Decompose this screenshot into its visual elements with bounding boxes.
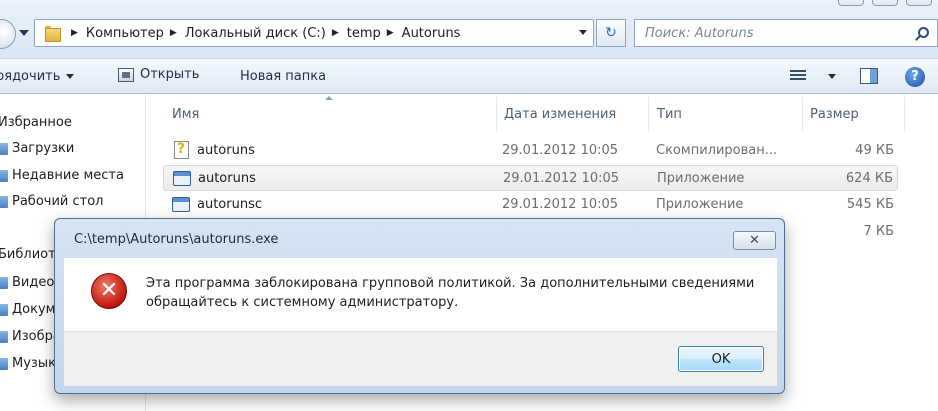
refresh-button[interactable]: ↻ [596, 19, 626, 47]
breadcrumb-autoruns[interactable]: Autoruns [402, 26, 461, 41]
history-dropdown-icon[interactable] [19, 30, 29, 36]
organize-button[interactable]: рядочить [0, 69, 75, 84]
address-toolbar: ▶ Компьютер ▶ Локальный диск (C:) ▶ temp… [0, 0, 938, 58]
documents-icon [0, 303, 8, 316]
search-input[interactable]: Поиск: Autoruns [634, 19, 938, 47]
open-icon [118, 67, 134, 82]
address-bar[interactable]: ▶ Компьютер ▶ Локальный диск (C:) ▶ temp… [34, 19, 594, 47]
file-name: autorunsc [197, 197, 262, 212]
file-size: 545 КБ [846, 197, 894, 212]
window-controls [838, 0, 932, 6]
search-icon[interactable] [918, 27, 929, 38]
breadcrumb-temp[interactable]: temp [347, 26, 381, 41]
recent-places-icon [0, 169, 8, 182]
chevron-down-icon [66, 74, 75, 79]
column-divider[interactable] [802, 97, 803, 131]
nav-item-label: Музык [12, 356, 56, 371]
column-header-label: Дата изменения [504, 106, 617, 122]
column-divider[interactable] [648, 97, 649, 131]
nav-item-label: Недавние места [12, 168, 124, 183]
open-label: Открыть [140, 67, 200, 82]
dialog-body: ✕ Эта программа заблокирована групповой … [64, 258, 777, 331]
file-date: 29.01.2012 10:05 [502, 197, 619, 212]
command-bar: рядочить Открыть Новая папка ? [0, 58, 938, 94]
close-icon: ✕ [749, 233, 760, 248]
error-dialog: C:\temp\Autoruns\autoruns.exe ✕ ✕ Эта пр… [54, 218, 785, 394]
column-header-date[interactable]: Дата изменения [504, 95, 644, 133]
file-name: autoruns [197, 143, 255, 158]
downloads-icon [0, 142, 8, 155]
table-row-selected[interactable]: autoruns 29.01.2012 10:05 Приложение 624… [163, 165, 898, 191]
pictures-icon [0, 330, 8, 343]
table-row[interactable]: autoruns 29.01.2012 10:05 Скомпилирован.… [163, 138, 898, 164]
file-type: Приложение [656, 197, 744, 212]
table-row[interactable]: autorunsc 29.01.2012 10:05 Приложение 54… [163, 192, 898, 218]
file-size: 49 КБ [855, 143, 894, 158]
open-button[interactable]: Открыть [118, 67, 199, 82]
file-size: 7 КБ [863, 224, 894, 239]
nav-item-music[interactable]: Музык [0, 356, 56, 371]
breadcrumb-separator-icon[interactable]: ▶ [71, 28, 78, 38]
column-header-label: Имя [172, 106, 200, 122]
breadcrumb-local-disk[interactable]: Локальный диск (C:) [185, 26, 326, 41]
error-icon: ✕ [91, 273, 127, 309]
ok-label: OK [711, 351, 731, 367]
help-file-icon [174, 141, 189, 159]
organize-label: рядочить [0, 69, 61, 84]
close-window-button[interactable] [906, 0, 932, 6]
nav-item-desktop[interactable]: Рабочий стол [0, 194, 103, 209]
file-name: autoruns [198, 171, 256, 186]
folder-icon [45, 26, 61, 42]
nav-item-pictures[interactable]: Изобра [0, 329, 61, 344]
ok-button[interactable]: OK [678, 346, 764, 372]
maximize-button[interactable] [872, 0, 898, 6]
file-date: 29.01.2012 10:05 [503, 171, 620, 186]
libraries-header[interactable]: Библиот [0, 247, 56, 262]
change-view-icon[interactable] [790, 70, 806, 82]
new-folder-button[interactable]: Новая папка [240, 69, 326, 84]
search-placeholder: Поиск: Autoruns [645, 25, 754, 41]
nav-item-downloads[interactable]: Загрузки [0, 141, 74, 156]
column-header-type[interactable]: Тип [657, 95, 797, 133]
file-size: 624 КБ [845, 171, 893, 186]
column-header-label: Тип [657, 106, 682, 122]
column-header-size[interactable]: Размер [810, 95, 900, 133]
nav-item-recent-places[interactable]: Недавние места [0, 168, 124, 183]
view-options-chevron-icon[interactable] [828, 74, 836, 79]
breadcrumb-computer[interactable]: Компьютер [86, 26, 164, 41]
music-icon [0, 357, 8, 370]
file-type: Скомпилирован... [656, 143, 778, 158]
back-button[interactable] [0, 19, 16, 49]
new-folder-label: Новая папка [240, 69, 327, 84]
breadcrumb-separator-icon[interactable]: ▶ [332, 28, 339, 38]
dialog-footer: OK [64, 331, 777, 386]
favorites-header[interactable]: Избранное [0, 115, 72, 130]
nav-item-label: Загрузки [12, 141, 75, 156]
dialog-title: C:\temp\Autoruns\autoruns.exe [74, 232, 279, 247]
dialog-message: Эта программа заблокирована групповой по… [146, 276, 755, 310]
minimize-button[interactable] [838, 0, 864, 6]
column-divider[interactable] [904, 97, 905, 131]
file-date: 29.01.2012 10:05 [502, 143, 619, 158]
nav-item-label: Видео [12, 275, 55, 290]
application-icon [172, 197, 190, 212]
nav-item-videos[interactable]: Видео [0, 275, 54, 290]
nav-item-label: Докум [12, 302, 56, 317]
desktop-icon [0, 195, 8, 208]
breadcrumb-separator-icon[interactable]: ▶ [170, 28, 177, 38]
preview-pane-icon[interactable] [860, 68, 878, 84]
dialog-close-button[interactable]: ✕ [733, 231, 776, 250]
column-header-label: Размер [810, 106, 859, 122]
column-divider[interactable] [496, 97, 497, 131]
nav-item-label: Рабочий стол [12, 194, 104, 209]
column-header-name[interactable]: Имя [172, 95, 492, 133]
application-icon [173, 171, 191, 186]
nav-item-documents[interactable]: Докум [0, 302, 55, 317]
help-icon[interactable]: ? [905, 67, 925, 87]
videos-icon [0, 276, 8, 289]
address-dropdown-icon[interactable] [579, 30, 587, 35]
breadcrumb-separator-icon[interactable]: ▶ [387, 28, 394, 38]
file-type: Приложение [657, 171, 745, 186]
refresh-icon: ↻ [605, 25, 617, 41]
